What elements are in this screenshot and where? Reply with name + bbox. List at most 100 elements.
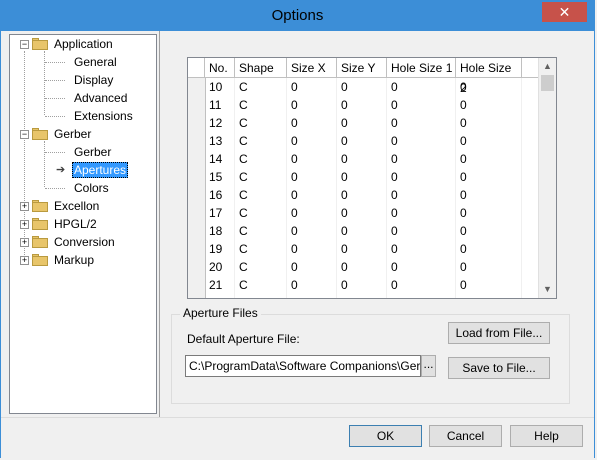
ok-button[interactable]: OK	[349, 425, 422, 447]
table-cell[interactable]: 15	[205, 168, 235, 186]
table-cell[interactable]: 0	[337, 204, 387, 222]
expander-application[interactable]: −	[20, 40, 29, 49]
tree-item-markup[interactable]: Markup	[54, 252, 94, 268]
table-cell[interactable]: 0	[337, 240, 387, 258]
tree-item-display[interactable]: Display	[74, 72, 113, 88]
table-cell[interactable]: 0	[456, 276, 522, 294]
table-cell[interactable]: 0	[337, 258, 387, 276]
tree-item-conversion[interactable]: Conversion	[54, 234, 115, 250]
table-cell[interactable]: 20	[205, 258, 235, 276]
tree-item-colors[interactable]: Colors	[74, 180, 109, 196]
table-cell[interactable]: 0	[456, 114, 522, 132]
table-cell[interactable]: 0	[387, 186, 456, 204]
table-cell[interactable]: 0	[387, 168, 456, 186]
table-cell[interactable]: 22	[205, 294, 235, 298]
table-row[interactable]: 22C0000	[188, 294, 540, 298]
table-row[interactable]: 12 C 0 0 0 0	[188, 114, 540, 132]
column-header-size-x[interactable]: Size X	[287, 58, 337, 77]
table-cell[interactable]: 0	[456, 96, 522, 114]
table-cell[interactable]: 0	[287, 132, 337, 150]
table-cell[interactable]: 0	[456, 150, 522, 168]
table-cell[interactable]: 0	[456, 204, 522, 222]
tree-item-general[interactable]: General	[74, 54, 117, 70]
table-cell[interactable]: 0	[287, 240, 337, 258]
options-tree[interactable]: − Application General Display Advanced E…	[9, 34, 157, 414]
table-cell[interactable]: 0	[456, 168, 522, 186]
tree-item-excellon[interactable]: Excellon	[54, 198, 99, 214]
table-cell[interactable]: 21	[205, 276, 235, 294]
table-cell[interactable]: 0	[337, 294, 387, 298]
table-cell[interactable]: 17	[205, 204, 235, 222]
table-cell[interactable]: 0	[337, 168, 387, 186]
expander-excellon[interactable]: +	[20, 202, 29, 211]
table-cell[interactable]: C	[235, 150, 287, 168]
table-cell[interactable]: 0	[456, 222, 522, 240]
table-cell[interactable]: 0	[287, 186, 337, 204]
table-cell[interactable]: C	[235, 168, 287, 186]
column-header-hole-size-2[interactable]: Hole Size 2	[456, 58, 522, 95]
table-cell[interactable]: C	[235, 222, 287, 240]
tree-item-application[interactable]: Application	[54, 36, 113, 52]
column-header-shape[interactable]: Shape	[235, 58, 287, 77]
table-cell[interactable]: 0	[387, 132, 456, 150]
grid-vertical-scrollbar[interactable]: ▲ ▼	[538, 58, 556, 298]
save-to-file-button[interactable]: Save to File...	[448, 357, 550, 379]
table-cell[interactable]: 0	[287, 276, 337, 294]
table-row[interactable]: 16 C 0 0 0 0	[188, 186, 540, 204]
expander-hpgl2[interactable]: +	[20, 220, 29, 229]
table-cell[interactable]: 0	[387, 276, 456, 294]
column-header-no[interactable]: No.	[205, 58, 235, 77]
table-row[interactable]: 21 C 0 0 0 0	[188, 276, 540, 294]
table-cell[interactable]: 0	[287, 204, 337, 222]
table-cell[interactable]: C	[235, 114, 287, 132]
table-cell[interactable]: 18	[205, 222, 235, 240]
table-cell[interactable]: 0	[387, 222, 456, 240]
table-cell[interactable]: 0	[387, 294, 456, 298]
table-cell[interactable]: 11	[205, 96, 235, 114]
scroll-down-icon[interactable]: ▼	[539, 281, 556, 298]
table-cell[interactable]: C	[235, 186, 287, 204]
table-cell[interactable]: 13	[205, 132, 235, 150]
expander-conversion[interactable]: +	[20, 238, 29, 247]
expander-gerber[interactable]: −	[20, 130, 29, 139]
close-button[interactable]: ✕	[542, 2, 587, 22]
column-header-size-y[interactable]: Size Y	[337, 58, 387, 77]
table-cell[interactable]: 19	[205, 240, 235, 258]
table-cell[interactable]: 10	[205, 78, 235, 96]
table-cell[interactable]: 0	[287, 258, 337, 276]
scrollbar-thumb[interactable]	[541, 75, 554, 91]
table-row[interactable]: 18 C 0 0 0 0	[188, 222, 540, 240]
table-cell[interactable]: 0	[456, 258, 522, 276]
table-cell[interactable]: 0	[337, 150, 387, 168]
table-cell[interactable]: C	[235, 240, 287, 258]
table-cell[interactable]: 0	[337, 114, 387, 132]
table-cell[interactable]: 0	[387, 96, 456, 114]
table-cell[interactable]: 14	[205, 150, 235, 168]
table-cell[interactable]: 0	[337, 132, 387, 150]
table-cell[interactable]: 0	[287, 150, 337, 168]
table-row[interactable]: 19 C 0 0 0 0	[188, 240, 540, 258]
column-header-hole-size-1[interactable]: Hole Size 1	[387, 58, 456, 77]
tree-item-extensions[interactable]: Extensions	[74, 108, 133, 124]
tree-item-gerber-group[interactable]: Gerber	[54, 126, 91, 142]
table-cell[interactable]: 0	[287, 294, 337, 298]
table-row[interactable]: 13 C 0 0 0 0	[188, 132, 540, 150]
table-cell[interactable]: 0	[456, 186, 522, 204]
tree-item-advanced[interactable]: Advanced	[74, 90, 127, 106]
tree-item-hpgl2[interactable]: HPGL/2	[54, 216, 97, 232]
table-cell[interactable]: 0	[287, 168, 337, 186]
aperture-file-path-field[interactable]: C:\ProgramData\Software Companions\Gerbv…	[185, 355, 421, 377]
scroll-up-icon[interactable]: ▲	[539, 58, 556, 75]
table-cell[interactable]: 0	[387, 204, 456, 222]
table-cell[interactable]: 0	[337, 96, 387, 114]
table-cell[interactable]: 0	[456, 240, 522, 258]
table-row[interactable]: 10 C 0 0 0 0	[188, 78, 540, 96]
table-cell[interactable]: 0	[387, 258, 456, 276]
tree-item-gerber[interactable]: Gerber	[74, 144, 111, 160]
table-cell[interactable]: 0	[456, 294, 522, 298]
table-cell[interactable]: 0	[337, 186, 387, 204]
table-row[interactable]: 11 C 0 0 0 0	[188, 96, 540, 114]
table-cell[interactable]: 0	[337, 78, 387, 96]
apertures-grid[interactable]: No. Shape Size X Size Y Hole Size 1 Hole…	[187, 57, 557, 299]
table-cell[interactable]: 0	[387, 240, 456, 258]
